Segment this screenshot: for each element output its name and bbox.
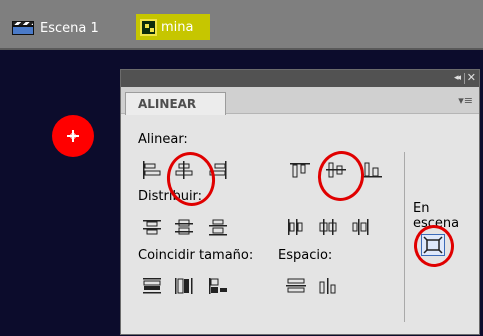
align-left-edge-icon[interactable] [141,160,163,180]
match-width-height-icon[interactable] [207,276,229,296]
panel-tab-row: ALINEAR ▾≡ [121,87,479,115]
scene-breadcrumb[interactable]: Escena 1 [12,18,99,38]
stage-divider [404,152,405,322]
tab-alinear[interactable]: ALINEAR [125,92,226,115]
titlebar-separator [464,73,465,84]
align-bottom-edge-icon[interactable] [361,160,383,180]
stage-object-mina[interactable] [52,115,94,157]
scene-label: Escena 1 [40,20,99,36]
movie-clip-symbol-icon [140,18,157,36]
distribute-vertical-center-icon[interactable] [173,217,195,237]
align-panel: ◂◂ ✕ ALINEAR ▾≡ Alinear: Distribuir: Coi… [120,69,480,335]
distribute-right-icon[interactable] [349,217,371,237]
collapse-panel-icon[interactable]: ◂◂ [454,73,461,83]
clapperboard-icon [12,21,34,35]
symbol-label: mina [161,19,194,35]
close-panel-icon[interactable]: ✕ [467,71,476,84]
space-horizontal-icon[interactable] [317,276,339,296]
match-height-icon[interactable] [173,276,195,296]
distribute-left-icon[interactable] [285,217,307,237]
symbol-breadcrumb[interactable]: mina [136,14,210,40]
distribute-bottom-icon[interactable] [207,217,229,237]
annotation-circle-vertical-center [314,147,368,205]
stage-label-line1: En [413,201,430,216]
timeline-bar: Escena 1 mina [0,0,483,50]
align-top-edge-icon[interactable] [289,160,311,180]
panel-menu-icon[interactable]: ▾≡ [458,94,473,107]
distribute-horizontal-center-icon[interactable] [317,217,339,237]
match-width-icon[interactable] [141,276,163,296]
space-section-label: Espacio: [278,248,333,263]
panel-body: Alinear: Distribuir: Coincidir tamaño: E… [121,114,479,335]
match-size-section-label: Coincidir tamaño: [138,248,254,263]
registration-point-icon [66,129,80,143]
distribute-top-icon[interactable] [141,217,163,237]
panel-titlebar[interactable]: ◂◂ ✕ [121,70,479,87]
space-vertical-icon[interactable] [285,276,307,296]
align-section-label: Alinear: [138,132,188,147]
